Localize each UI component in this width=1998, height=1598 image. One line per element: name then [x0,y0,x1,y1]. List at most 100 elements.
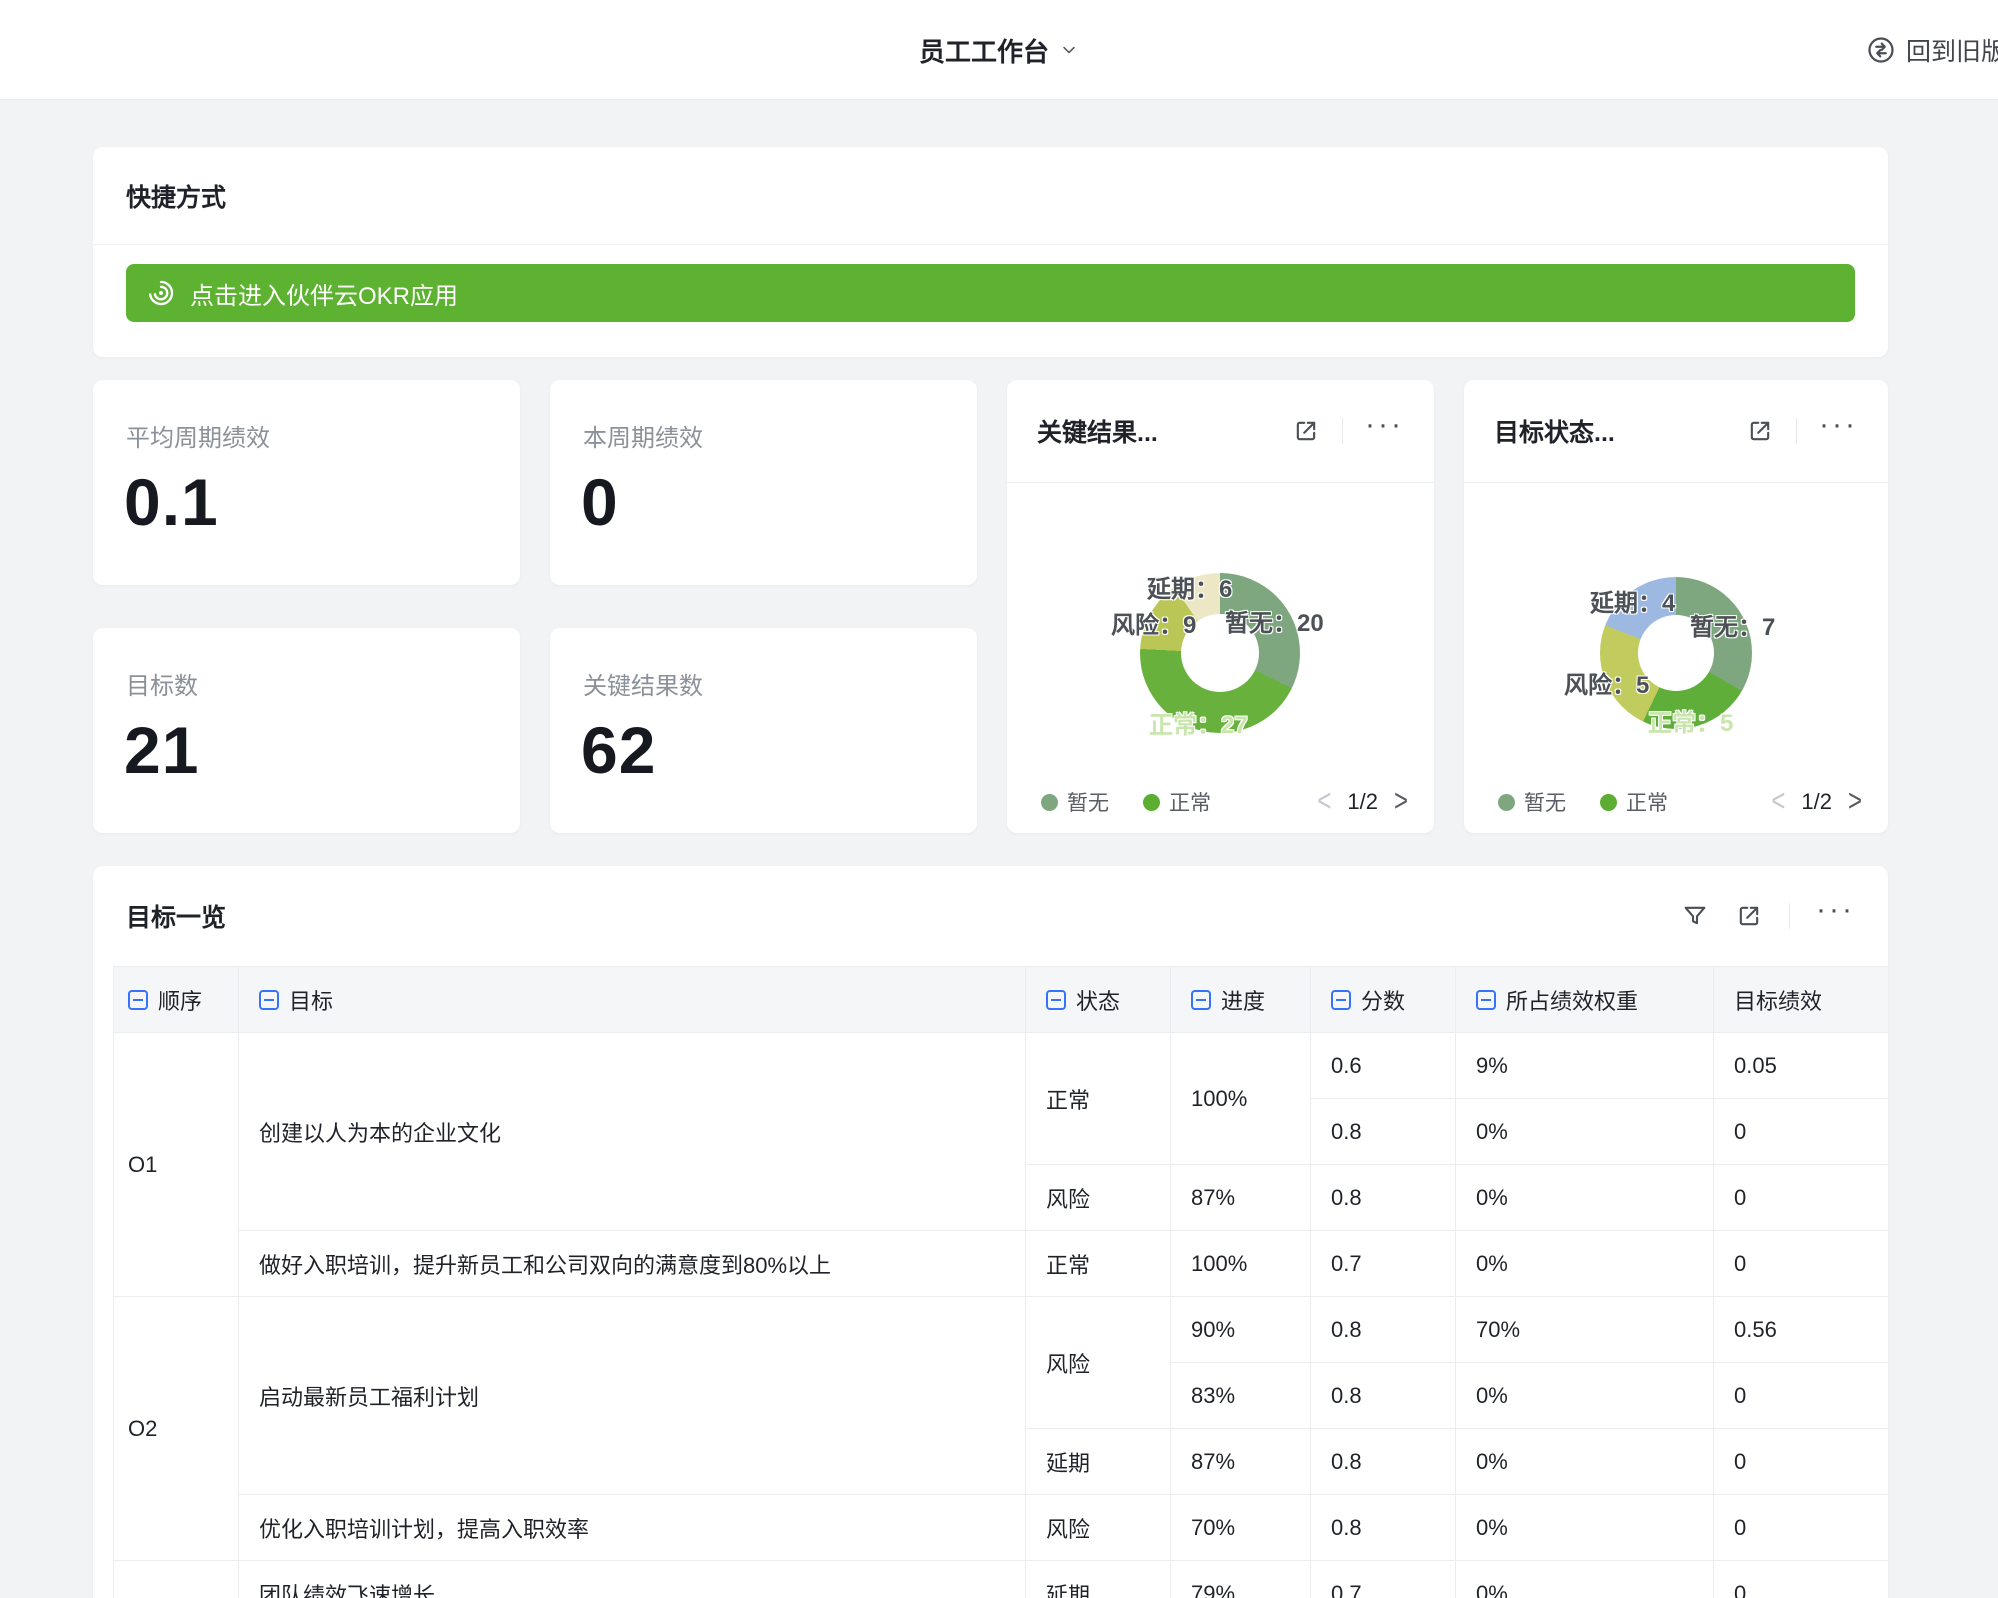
table-cell: 延期 [1026,1561,1171,1598]
workspace-title-dropdown[interactable]: 员工工作台 [919,0,1079,100]
pagination-prev-icon[interactable]: < [1317,786,1331,817]
column-collapse-icon[interactable] [1331,990,1351,1010]
table-cell: 0% [1456,1429,1714,1495]
more-options-icon[interactable]: ··· [1816,905,1855,927]
chart-callout-delayed: 延期：4 [1590,583,1675,618]
table-cell: 团队绩效飞速增长 [239,1561,1026,1598]
table-cell: 0.7 [1311,1561,1456,1598]
objective-status-chart-card: 目标状态... ··· 延期：4 暂无：7 风险：5 正常：5 暂无 正常 [1464,380,1888,833]
more-options-icon[interactable]: ··· [1819,420,1858,442]
table-cell: 0 [1714,1495,1889,1561]
topbar: 员工工作台 回到旧版 [0,0,1998,100]
okr-app-button[interactable]: 点击进入伙伴云OKR应用 [126,264,1855,322]
stat-card-objective-count: 目标数 21 [93,628,520,833]
table-cell: 100% [1171,1033,1311,1165]
legend-label: 正常 [1169,787,1211,817]
column-collapse-icon[interactable] [128,990,148,1010]
chart-pagination: < 1/2 > [1317,789,1408,815]
open-in-new-icon[interactable] [1292,417,1320,445]
column-collapse-icon[interactable] [259,990,279,1010]
pagination-next-icon[interactable]: > [1394,786,1408,817]
table-cell: 优化入职培训计划，提高入职效率 [239,1495,1026,1561]
chart-callout-none: 暂无：7 [1690,607,1775,642]
pagination-prev-icon[interactable]: < [1771,786,1785,817]
switch-version-icon [1866,35,1896,65]
table-cell: 0% [1456,1363,1714,1429]
legend-dot [1041,794,1058,811]
shortcuts-header: 快捷方式 [93,147,1888,245]
legend-label: 暂无 [1524,787,1566,817]
stat-label: 目标数 [126,666,198,701]
legend-item[interactable]: 正常 [1600,787,1668,817]
table-cell: 100% [1171,1231,1311,1297]
stat-value: 0 [581,464,619,540]
legend-item[interactable]: 暂无 [1041,787,1109,817]
table-cell: 0 [1714,1429,1889,1495]
legend-dot [1600,794,1617,811]
objectives-header: 目标一览 ··· [93,866,1888,966]
table-cell: 0 [1714,1561,1889,1598]
objectives-table-body: O1创建以人为本的企业文化正常100%0.69%0.050.80%0风险87%0… [114,1033,1889,1598]
chart-body: 延期：6 暂无：20 风险：9 正常：27 暂无 正常 < 1/2 > [1007,483,1434,833]
column-collapse-icon[interactable] [1191,990,1211,1010]
chart-callout-none: 暂无：20 [1225,603,1324,638]
pagination-next-icon[interactable]: > [1848,786,1862,817]
table-cell: O1 [114,1033,239,1297]
table-row: 团队绩效飞速增长延期79%0.70%0 [114,1561,1889,1598]
divider [1796,418,1797,444]
key-result-status-chart-card: 关键结果... ··· 延期：6 暂无：20 风险：9 正常：27 暂无 正常 [1007,380,1434,833]
okr-target-icon [146,278,176,308]
table-cell: 9% [1456,1033,1714,1099]
divider [1342,418,1343,444]
shortcuts-title: 快捷方式 [126,178,226,214]
chart-body: 延期：4 暂无：7 风险：5 正常：5 暂无 正常 < 1/2 > [1464,483,1888,833]
table-cell: 0.56 [1714,1297,1889,1363]
table-cell: 0.8 [1311,1165,1456,1231]
chart-callout-delayed: 延期：6 [1147,569,1232,604]
chart-card-header: 关键结果... ··· [1007,380,1434,483]
table-cell: 0.8 [1311,1297,1456,1363]
table-cell: 风险 [1026,1297,1171,1429]
column-header: 顺序 [158,989,202,1014]
table-row: 做好入职培训，提升新员工和公司双向的满意度到80%以上正常100%0.70%0 [114,1231,1889,1297]
table-cell: 0.8 [1311,1429,1456,1495]
back-to-old-label: 回到旧版 [1906,32,1998,68]
legend-dot [1498,794,1515,811]
open-in-new-icon[interactable] [1746,417,1774,445]
table-cell: 0.8 [1311,1099,1456,1165]
chart-legend: 暂无 正常 < 1/2 > [1498,787,1862,817]
table-cell: 风险 [1026,1495,1171,1561]
stat-label: 平均周期绩效 [126,418,270,453]
shortcuts-card: 快捷方式 点击进入伙伴云OKR应用 [93,147,1888,357]
table-cell: 0% [1456,1231,1714,1297]
table-cell: 风险 [1026,1165,1171,1231]
column-collapse-icon[interactable] [1046,990,1066,1010]
table-cell: 0% [1456,1165,1714,1231]
column-header: 进度 [1221,989,1265,1014]
more-options-icon[interactable]: ··· [1365,420,1404,442]
filter-icon[interactable] [1681,902,1709,930]
table-cell: 0 [1714,1231,1889,1297]
chart-callout-risk: 风险：9 [1111,605,1196,640]
table-cell: 0.8 [1311,1495,1456,1561]
table-cell: 0.7 [1311,1231,1456,1297]
legend-item[interactable]: 正常 [1143,787,1211,817]
chart-legend: 暂无 正常 < 1/2 > [1041,787,1408,817]
open-in-new-icon[interactable] [1735,902,1763,930]
page-title: 员工工作台 [919,32,1049,69]
table-cell: O2 [114,1297,239,1561]
column-collapse-icon[interactable] [1476,990,1496,1010]
table-cell: 正常 [1026,1231,1171,1297]
legend-dot [1143,794,1160,811]
legend-label: 正常 [1626,787,1668,817]
pagination-label: 1/2 [1347,789,1378,815]
legend-item-clipped [1245,794,1253,811]
column-header: 目标 [289,989,333,1014]
table-cell: 87% [1171,1429,1311,1495]
table-cell: 启动最新员工福利计划 [239,1297,1026,1495]
objectives-overview-card: 目标一览 ··· 顺序 目标 状态 进度 分 [93,866,1888,1598]
back-to-old-version-button[interactable]: 回到旧版 [1866,0,1998,100]
legend-item[interactable]: 暂无 [1498,787,1566,817]
table-cell: 0.05 [1714,1033,1889,1099]
stat-card-avg-cycle-performance: 平均周期绩效 0.1 [93,380,520,585]
